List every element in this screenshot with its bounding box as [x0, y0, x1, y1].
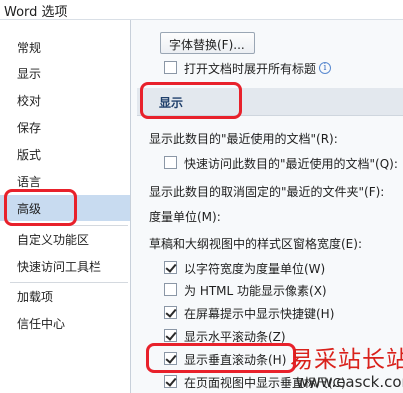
vertical-ruler-label: 在页面视图中显示垂直标尺(C) — [184, 376, 346, 390]
sidebar-item-trust-center[interactable]: 信任中心 — [0, 310, 130, 336]
sidebar-item-label: 快速访问工具栏 — [17, 260, 102, 274]
measure-units-label: 度量单位(M): — [149, 210, 221, 224]
screentip-shortcuts-label: 在屏幕提示中显示快捷键(H) — [184, 307, 335, 321]
style-area-width-label: 草稿和大纲视图中的样式区窗格宽度(E): — [149, 237, 362, 251]
html-pixels-label: 为 HTML 功能显示像素(X) — [184, 284, 327, 298]
sidebar-item-quick-access-toolbar[interactable]: 快速访问工具栏 — [0, 253, 130, 279]
highlight-vertical-scrollbar — [146, 343, 296, 373]
sidebar-item-label: 显示 — [17, 67, 42, 81]
sidebar-item-add-ins[interactable]: 加载项 — [0, 283, 130, 309]
char-width-units-checkbox[interactable] — [164, 261, 177, 274]
horizontal-scrollbar-checkbox[interactable] — [164, 329, 177, 342]
font-substitution-button[interactable]: 字体替换(F)... — [160, 32, 255, 54]
sidebar-item-label: 自定义功能区 — [17, 233, 90, 247]
unpinned-folders-label: 显示此数目的取消固定的"最近的文件夹"(F): — [149, 185, 385, 199]
sidebar-item-label: 保存 — [17, 121, 42, 135]
title-bar: Word 选项 — [0, 0, 403, 20]
sidebar-item-customize-ribbon[interactable]: 自定义功能区 — [0, 226, 130, 252]
open-all-headings-checkbox[interactable] — [164, 61, 177, 74]
quick-access-recent-label: 快速访问此数目的"最近使用的文档"(Q): — [184, 157, 398, 171]
open-all-headings-option[interactable]: 打开文档时展开所有标题 i — [131, 57, 403, 79]
vertical-ruler-checkbox[interactable] — [164, 375, 177, 388]
info-icon[interactable]: i — [319, 62, 331, 74]
sidebar-item-label: 语言 — [17, 175, 42, 189]
button-label: 字体替换(F)... — [169, 38, 245, 52]
screentip-shortcuts-checkbox[interactable] — [164, 306, 177, 319]
html-pixels-option[interactable]: 为 HTML 功能显示像素(X) — [131, 279, 403, 301]
style-area-width-setting: 草稿和大纲视图中的样式区窗格宽度(E): — [131, 232, 403, 254]
highlight-display-section — [140, 82, 242, 119]
options-content: 字体替换(F)... 打开文档时展开所有标题 i 显示 显示此数目的"最近使用的… — [131, 20, 403, 393]
char-width-units-label: 以字符宽度为度量单位(W) — [184, 262, 326, 276]
measure-units-setting: 度量单位(M): — [131, 205, 403, 227]
recent-docs-count-setting: 显示此数目的"最近使用的文档"(R): — [131, 127, 403, 149]
sidebar-item-label: 校对 — [17, 94, 42, 108]
unpinned-folders-setting: 显示此数目的取消固定的"最近的文件夹"(F): — [131, 180, 403, 202]
open-all-headings-label: 打开文档时展开所有标题 — [184, 62, 317, 76]
sidebar-item-label: 信任中心 — [17, 317, 66, 331]
sidebar-item-label: 版式 — [17, 148, 42, 162]
quick-access-recent-checkbox[interactable] — [164, 156, 177, 169]
sidebar-item-label: 常规 — [17, 41, 42, 55]
highlight-advanced — [4, 189, 77, 226]
sidebar-item-display[interactable]: 显示 — [0, 60, 130, 86]
sidebar-item-general[interactable]: 常规 — [0, 34, 130, 60]
sidebar-item-save[interactable]: 保存 — [0, 114, 130, 140]
recent-docs-count-label: 显示此数目的"最近使用的文档"(R): — [149, 132, 338, 146]
screentip-shortcuts-option[interactable]: 在屏幕提示中显示快捷键(H) — [131, 302, 403, 324]
sidebar-item-proofing[interactable]: 校对 — [0, 87, 130, 113]
quick-access-recent-option[interactable]: 快速访问此数目的"最近使用的文档"(Q): — [131, 152, 403, 174]
char-width-units-option[interactable]: 以字符宽度为度量单位(W) — [131, 257, 403, 279]
vertical-ruler-option[interactable]: 在页面视图中显示垂直标尺(C) — [131, 371, 403, 393]
sidebar-item-label: 加载项 — [17, 290, 54, 304]
sidebar-item-layout[interactable]: 版式 — [0, 141, 130, 167]
window-title: Word 选项 — [4, 5, 68, 20]
html-pixels-checkbox[interactable] — [164, 283, 177, 296]
